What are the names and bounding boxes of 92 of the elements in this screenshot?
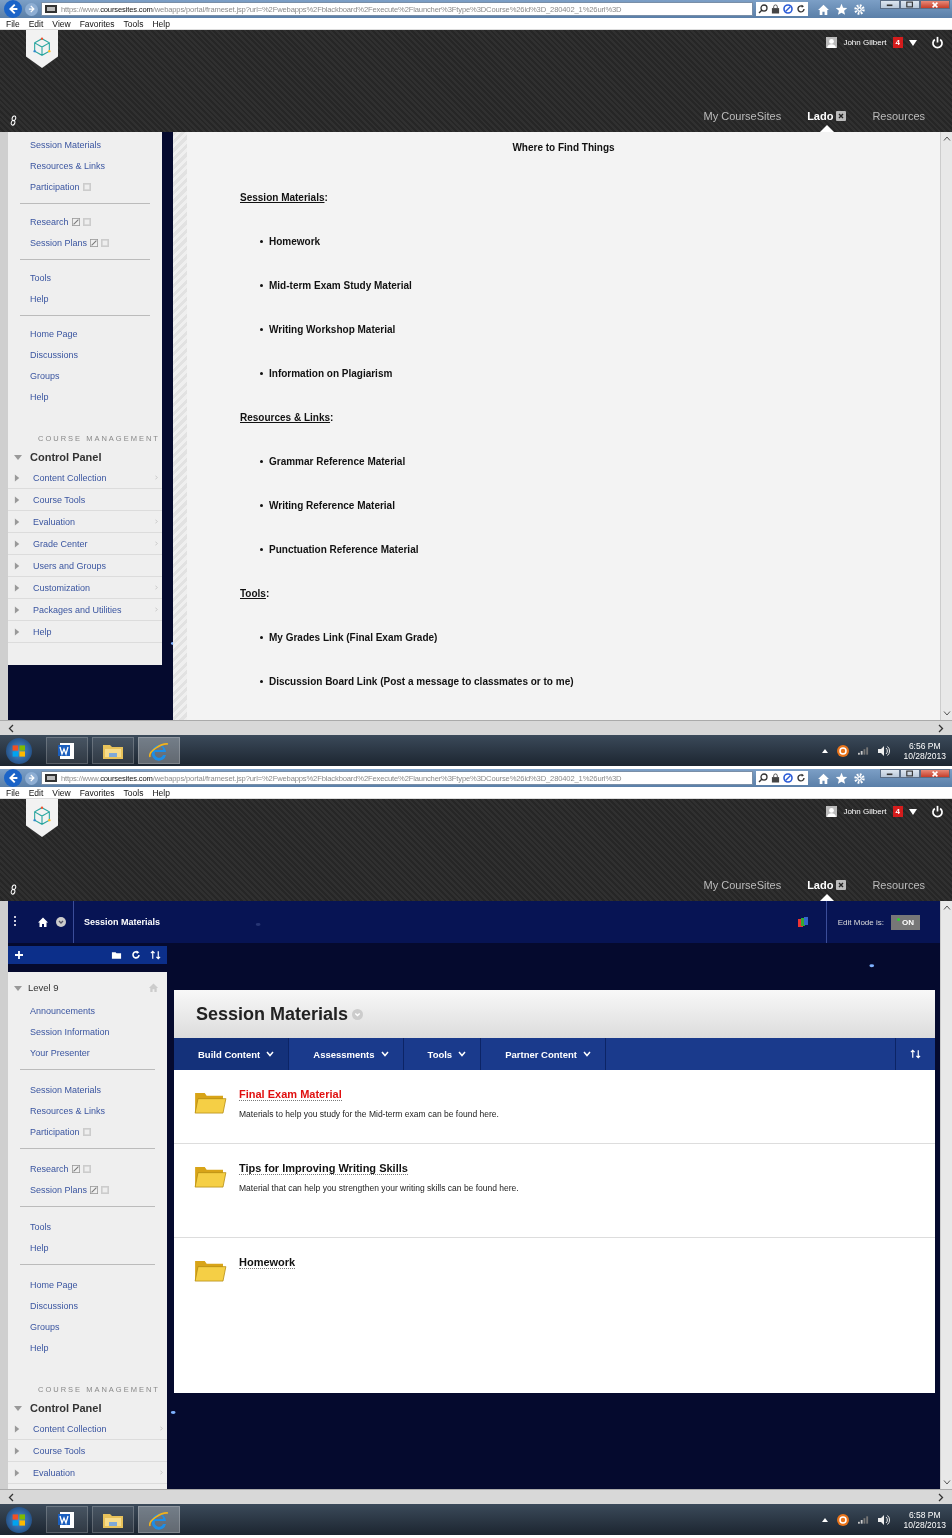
menu-link[interactable]: Evaluation	[33, 516, 76, 527]
menu-link[interactable]: Content Collection	[33, 1423, 107, 1434]
list-item: Writing Workshop Material	[269, 323, 396, 335]
list-item: My Grades Link (Final Exam Grade)	[269, 631, 438, 643]
menu-link[interactable]: Participation	[30, 1126, 80, 1137]
list-item: Information on Plagiarism	[269, 367, 393, 379]
menu-link[interactable]: Help	[30, 1242, 49, 1253]
menu-link[interactable]: Session Plans	[30, 237, 88, 248]
list-item: Mid-term Exam Study Material	[269, 279, 412, 291]
menu-link[interactable]: Research	[30, 216, 69, 227]
menu-item[interactable]: File	[6, 18, 20, 29]
edit-mode-label: Edit Mode is:	[837, 917, 884, 927]
menu-link[interactable]: Discussions	[30, 1300, 78, 1311]
content-link[interactable]: Tips for Improving Writing Skills	[239, 1162, 408, 1175]
list-item: Discussion Board Link (Post a message to classmates or to me)	[269, 675, 574, 687]
menu-item[interactable]: Help	[152, 787, 170, 798]
menu-link[interactable]: Packages and Utilities	[33, 604, 122, 615]
menu-button[interactable]: Assessments	[289, 1038, 404, 1070]
list-item: Homework	[269, 235, 321, 247]
menu-item[interactable]: Tools	[123, 18, 144, 29]
menu-link[interactable]: Help	[30, 1342, 49, 1353]
breadcrumb[interactable]: Session Materials	[73, 901, 161, 943]
nav-tab[interactable]: Resources	[859, 110, 938, 132]
clock-time: 6:58 PM	[908, 1509, 941, 1520]
heading-colon: :	[265, 587, 270, 599]
list-item: Punctuation Reference Material	[269, 543, 419, 555]
menu-link[interactable]: Course Tools	[33, 1445, 86, 1456]
menu-link[interactable]: Resources & Links	[30, 160, 106, 171]
notification-badge[interactable]: 4	[892, 806, 903, 817]
item-description: Material that can help you strengthen your writing skills can be found here.	[239, 1183, 519, 1193]
menu-link[interactable]: Help	[33, 626, 52, 637]
menu-link[interactable]: Groups	[30, 370, 60, 381]
menu-item[interactable]: Favorites	[79, 18, 115, 29]
list-item: Grammar Reference Material	[269, 455, 406, 467]
menu-link[interactable]: Users and Groups	[33, 560, 107, 571]
page-title: Session Materials	[196, 1003, 349, 1025]
menu-item[interactable]: Help	[152, 18, 170, 29]
clock[interactable]: 6:56 PM 10/28/2013	[903, 740, 946, 761]
nav-tab[interactable]: My CourseSites	[690, 110, 795, 132]
menu-link[interactable]: Groups	[30, 1321, 60, 1332]
clock-date: 10/28/2013	[903, 1519, 946, 1530]
menu-link[interactable]: Your Presenter	[30, 1047, 90, 1058]
control-panel-heading[interactable]: Control Panel	[30, 1402, 102, 1414]
menu-link[interactable]: Session Materials	[30, 1084, 102, 1095]
menu-link[interactable]: Announcements	[30, 1005, 96, 1016]
menu-button[interactable]: Partner Content	[481, 1038, 606, 1070]
menu-link[interactable]: Session Materials	[30, 139, 102, 150]
item-description: Materials to help you study for the Mid-term exam can be found here.	[239, 1109, 499, 1119]
menu-link[interactable]: Customization	[33, 582, 91, 593]
edit-mode-toggle[interactable]: ON	[891, 914, 920, 930]
menu-link[interactable]: Evaluation	[33, 1467, 76, 1478]
menu-item[interactable]: View	[52, 787, 71, 798]
clock-date: 10/28/2013	[903, 750, 946, 761]
menu-link[interactable]: Home Page	[30, 328, 78, 339]
menu-link[interactable]: Tools	[30, 1221, 51, 1232]
clock[interactable]: 6:58 PM 10/28/2013	[903, 1509, 946, 1530]
menu-link[interactable]: Help	[30, 391, 49, 402]
menu-button[interactable]: Build Content	[174, 1038, 290, 1070]
heading-colon: :	[330, 411, 334, 423]
content-link[interactable]: Final Exam Material	[239, 1088, 342, 1101]
notification-badge[interactable]: 4	[892, 37, 903, 48]
menu-link[interactable]: Help	[30, 293, 49, 304]
control-panel-heading[interactable]: Control Panel	[30, 451, 102, 463]
content-link[interactable]: Homework	[239, 1256, 296, 1269]
menu-item[interactable]: Favorites	[79, 787, 115, 798]
page-title: Where to Find Things	[511, 142, 616, 153]
user-name[interactable]: John Gilbert	[843, 807, 887, 816]
list-item: Writing Reference Material	[269, 499, 395, 511]
menu-link[interactable]: Grade Center	[33, 538, 88, 549]
menu-link[interactable]: Resources & Links	[30, 1105, 106, 1116]
menu-button[interactable]: Tools	[403, 1038, 482, 1070]
menu-item[interactable]: Tools	[123, 787, 144, 798]
menu-item[interactable]: Edit	[28, 18, 44, 29]
menu-link[interactable]: Session Plans	[30, 1184, 88, 1195]
nav-tab[interactable]: My CourseSites	[690, 879, 795, 901]
menu-link[interactable]: Course Tools	[33, 494, 86, 505]
menu-link[interactable]: Session Information	[30, 1026, 110, 1037]
menu-item[interactable]: File	[6, 787, 20, 798]
menu-item[interactable]: View	[52, 18, 71, 29]
nav-tab[interactable]: Resources	[859, 879, 938, 901]
menu-link[interactable]: Tools	[30, 272, 51, 283]
section-heading: Tools	[240, 587, 266, 599]
heading-colon: :	[324, 191, 328, 203]
menu-link[interactable]: Home Page	[30, 1279, 78, 1290]
menu-link[interactable]: Content Collection	[33, 472, 107, 483]
menu-item[interactable]: Edit	[28, 787, 44, 798]
menu-link[interactable]: Discussions	[30, 349, 78, 360]
course-title[interactable]: Level 9	[28, 982, 59, 993]
clock-time: 6:56 PM	[908, 740, 941, 751]
user-name[interactable]: John Gilbert	[843, 38, 887, 47]
menu-link[interactable]: Participation	[30, 181, 80, 192]
menu-link[interactable]: Research	[30, 1163, 69, 1174]
